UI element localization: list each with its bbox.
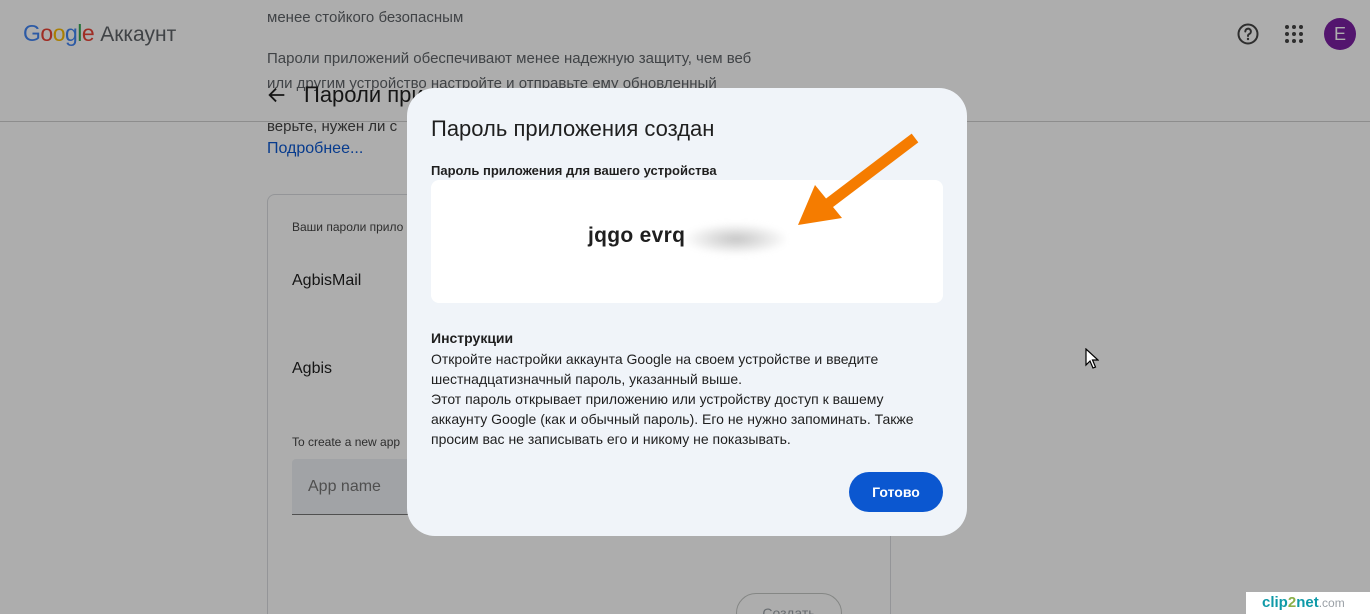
instructions-paragraph: Откройте настройки аккаунта Google на св… bbox=[431, 351, 879, 387]
watermark-part: net bbox=[1296, 594, 1319, 611]
mouse-cursor-icon bbox=[1085, 348, 1099, 369]
watermark-part: 2 bbox=[1287, 594, 1297, 611]
instructions-text: Откройте настройки аккаунта Google на св… bbox=[431, 349, 931, 449]
watermark: clip2net.com bbox=[1246, 592, 1370, 614]
instructions-paragraph: Этот пароль открывает приложению или уст… bbox=[431, 391, 914, 447]
app-password: jqgo evrq bbox=[588, 224, 686, 247]
instructions-heading: Инструкции bbox=[431, 330, 514, 346]
watermark-part: .com bbox=[1318, 596, 1345, 610]
dialog-title: Пароль приложения создан bbox=[431, 116, 715, 141]
orange-arrow-annotation-icon bbox=[798, 133, 919, 225]
done-button[interactable]: Готово bbox=[849, 472, 943, 512]
watermark-part: clip bbox=[1262, 594, 1288, 611]
dialog-subtitle: Пароль приложения для вашего устройства bbox=[431, 163, 717, 178]
password-blur bbox=[686, 224, 786, 254]
